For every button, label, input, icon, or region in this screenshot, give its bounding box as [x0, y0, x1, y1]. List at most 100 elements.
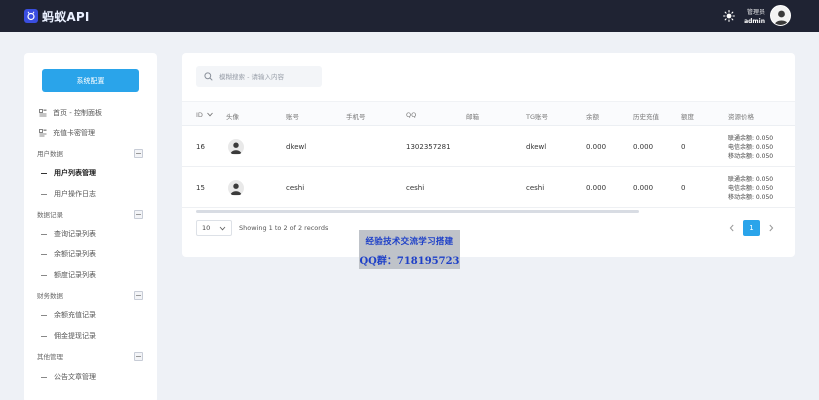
cell-quota: 0: [681, 184, 686, 192]
sidebar-item-label: 充值卡密管理: [53, 129, 95, 137]
sidebar-subitem-label: 用户操作日志: [54, 190, 96, 198]
sidebar-subitem-7[interactable]: 余额记录列表: [24, 246, 157, 262]
page-1-button[interactable]: 1: [743, 220, 760, 236]
collapse-minus-icon[interactable]: [134, 291, 143, 300]
sidebar-subitem-6[interactable]: 查询记录列表: [24, 226, 157, 242]
sort-chevron-down-icon: [207, 112, 213, 117]
page-size-value: 10: [202, 224, 211, 232]
col-quota: 额度: [681, 113, 694, 121]
sidebar-item-0[interactable]: 首页 - 控制面板: [24, 105, 157, 121]
sidebar-group-label: 用户数据: [37, 150, 63, 158]
sidebar-subitem-label: 余额充值记录: [54, 311, 96, 319]
search-box[interactable]: [196, 66, 322, 87]
brand[interactable]: 蚂蚁API: [24, 7, 90, 25]
sidebar-subitem-label: 查询记录列表: [54, 230, 96, 238]
sidebar-group-label: 数据记录: [37, 211, 63, 219]
sidebar-group-label: 其他管理: [37, 353, 63, 361]
table-header: ID 头像 账号 手机号 QQ 邮箱 TG账号 余额 历史充值 额度 资源价格: [182, 101, 795, 126]
page-size-select[interactable]: 10: [196, 220, 232, 236]
cell-balance: 0.000: [586, 143, 607, 151]
user-role: 管理员: [746, 9, 765, 16]
sidebar: 系统配置 首页 - 控制面板 充值卡密管理用户数据用户列表管理用户操作日志数据记录…: [24, 53, 157, 400]
sidebar-subitem-11[interactable]: 佣金提现记录: [24, 328, 157, 344]
cell-id: 15: [196, 184, 205, 192]
rate-unicom: 联通余额: 0.050: [728, 135, 774, 142]
cell-quota: 0: [681, 143, 686, 151]
sidebar-item-label: 首页 - 控制面板: [53, 109, 102, 117]
collapse-minus-icon[interactable]: [134, 352, 143, 361]
user-avatar-icon: [230, 142, 242, 154]
sidebar-group-2[interactable]: 用户数据: [24, 145, 157, 161]
cell-rates: 联通余额: 0.050 电信余额: 0.050 移动余额: 0.050: [728, 175, 773, 202]
search-input[interactable]: [219, 72, 319, 81]
col-id-label: ID: [196, 111, 203, 119]
col-tg: TG账号: [526, 113, 549, 121]
col-rates: 资源价格: [728, 113, 754, 121]
dash-icon: [41, 376, 47, 378]
sidebar-group-label: 财务数据: [37, 292, 63, 300]
cell-account: dkewl: [286, 143, 307, 151]
search-icon: [204, 72, 213, 81]
rate-unicom: 联通余额: 0.050: [728, 176, 774, 183]
top-bar: 蚂蚁API 管理员 admin: [0, 0, 819, 32]
cell-tg: dkewl: [526, 143, 547, 151]
dash-icon: [41, 274, 47, 276]
prev-page-chevron-left-icon[interactable]: [727, 223, 737, 233]
sidebar-subitem-8[interactable]: 额度记录列表: [24, 267, 157, 283]
sidebar-subitem-13[interactable]: 公告文章管理: [24, 369, 157, 385]
sidebar-subitem-label: 佣金提现记录: [54, 332, 96, 340]
sidebar-subitem-label: 余额记录列表: [54, 250, 96, 258]
rate-telecom: 电信余额: 0.050: [728, 144, 774, 151]
brand-name: 蚂蚁API: [42, 9, 90, 24]
cell-rates: 联通余额: 0.050 电信余额: 0.050 移动余额: 0.050: [728, 134, 773, 161]
ant-logo-icon: [24, 9, 38, 23]
card-icon: [39, 129, 47, 137]
col-balance: 余额: [586, 113, 599, 121]
sidebar-group-5[interactable]: 数据记录: [24, 206, 157, 222]
cell-recharge: 0.000: [633, 184, 654, 192]
sidebar-subitem-3[interactable]: 用户列表管理: [24, 165, 157, 181]
sidebar-item-1[interactable]: 充值卡密管理: [24, 125, 157, 141]
col-account: 账号: [286, 113, 299, 121]
cell-recharge: 0.000: [633, 143, 654, 151]
dash-icon: [41, 253, 47, 255]
user-avatar-icon: [230, 183, 242, 195]
cell-account: ceshi: [286, 184, 305, 192]
table-row[interactable]: 15 ceshi ceshi ceshi 0.000 0.000 0 联通余额:…: [182, 168, 795, 208]
user-meta[interactable]: 管理员 admin: [739, 8, 765, 26]
theme-toggle-sun-icon[interactable]: [723, 10, 735, 22]
sidebar-group-9[interactable]: 财务数据: [24, 287, 157, 303]
cell-qq: 1302357281: [406, 143, 451, 151]
cell-id: 16: [196, 143, 205, 151]
dash-icon: [41, 193, 47, 195]
col-email: 邮箱: [466, 113, 479, 121]
user-avatar[interactable]: [770, 5, 791, 26]
cell-qq: ceshi: [406, 184, 425, 192]
next-page-chevron-right-icon[interactable]: [766, 223, 776, 233]
cell-tg: ceshi: [526, 184, 545, 192]
dash-icon: [41, 314, 47, 316]
rate-mobile: 移动余额: 0.050: [728, 153, 774, 160]
collapse-minus-icon[interactable]: [134, 149, 143, 158]
sidebar-subitem-10[interactable]: 余额充值记录: [24, 307, 157, 323]
col-id[interactable]: ID: [196, 111, 213, 119]
chevron-down-icon: [219, 226, 226, 231]
sidebar-subitem-label: 公告文章管理: [54, 373, 96, 381]
records-summary: Showing 1 to 2 of 2 records: [239, 224, 329, 232]
sidebar-subitem-4[interactable]: 用户操作日志: [24, 186, 157, 202]
dash-icon: [41, 233, 47, 235]
rate-telecom: 电信余额: 0.050: [728, 185, 774, 192]
horizontal-scrollbar[interactable]: [196, 210, 639, 213]
collapse-minus-icon[interactable]: [134, 210, 143, 219]
system-config-button[interactable]: 系统配置: [42, 69, 139, 92]
user-avatar-icon: [774, 10, 789, 25]
user-name: admin: [744, 18, 765, 25]
table-row[interactable]: 16 dkewl 1302357281 dkewl 0.000 0.000 0 …: [182, 127, 795, 167]
row-avatar: [228, 180, 244, 196]
watermark-line2: QQ群：718195723: [359, 256, 460, 267]
watermark-overlay: 经验技术交流学习搭建 QQ群：718195723: [359, 230, 460, 269]
col-qq: QQ: [406, 111, 417, 119]
sidebar-subitem-label: 额度记录列表: [54, 271, 96, 279]
sidebar-group-12[interactable]: 其他管理: [24, 348, 157, 364]
user-list-card: ID 头像 账号 手机号 QQ 邮箱 TG账号 余额 历史充值 额度 资源价格 …: [182, 53, 795, 257]
